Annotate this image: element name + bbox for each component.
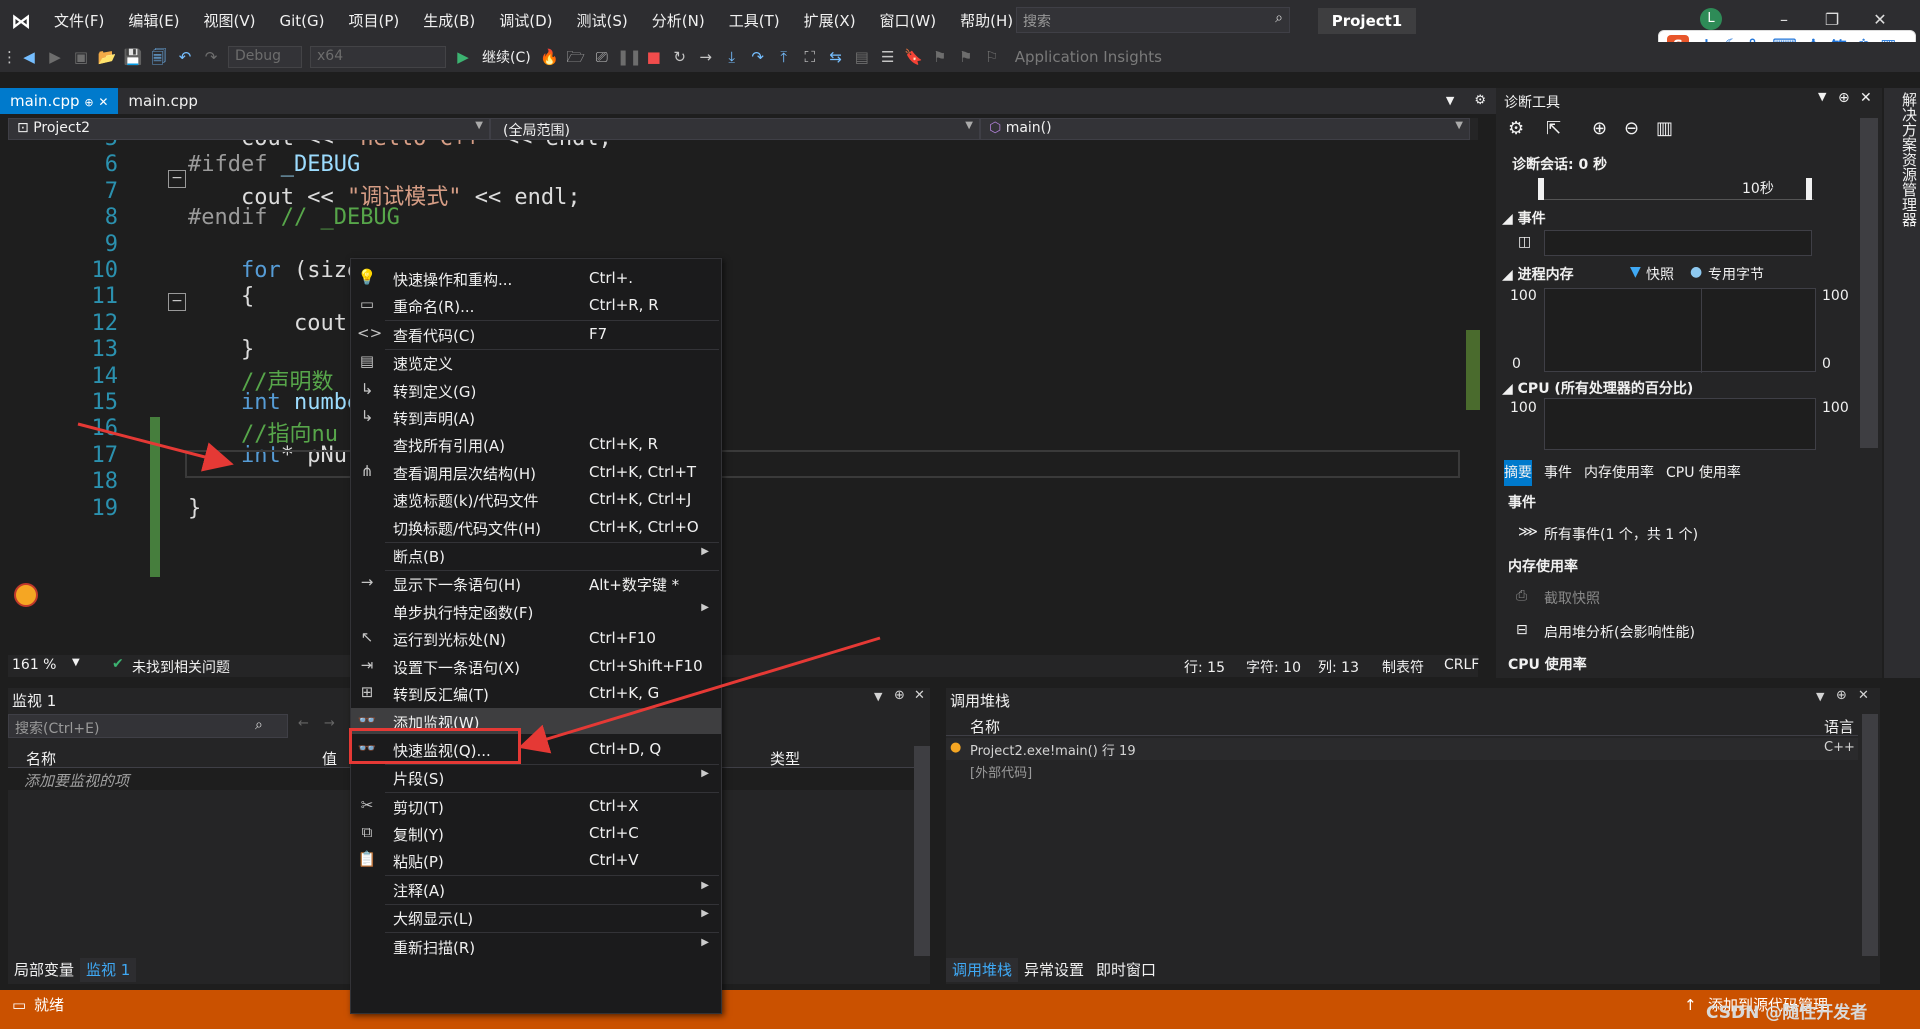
arrow-to-add-watch xyxy=(518,636,881,754)
annotation-arrows xyxy=(77,422,881,754)
arrow-to-variable xyxy=(77,422,234,472)
